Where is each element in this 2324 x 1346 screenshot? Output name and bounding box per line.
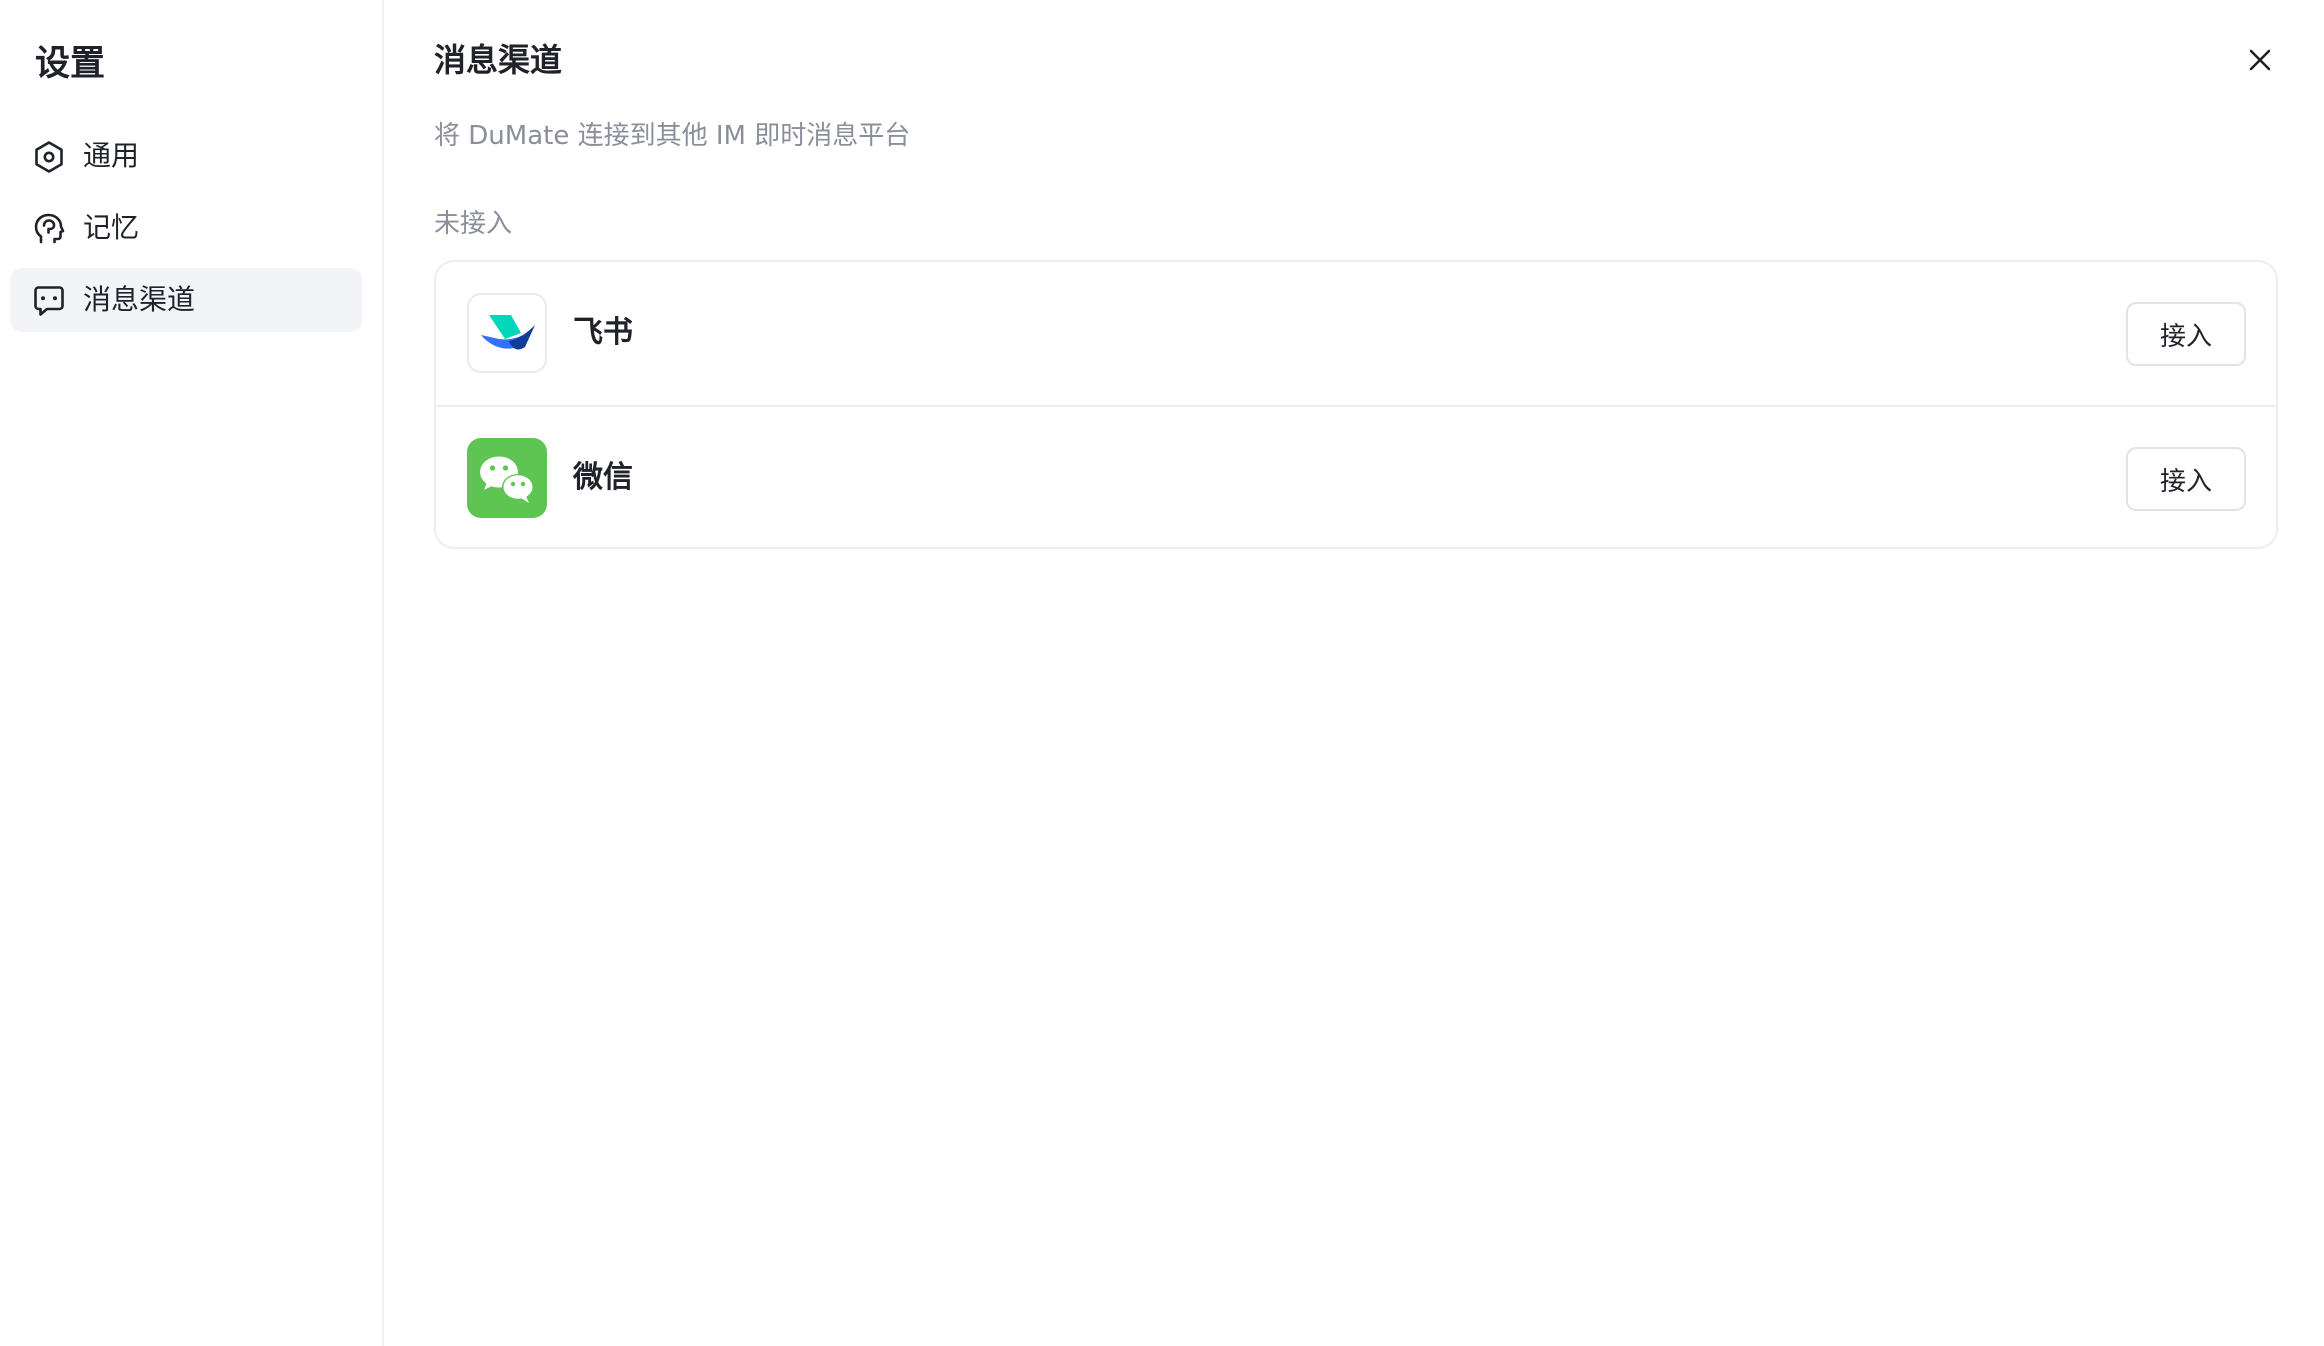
channel-list: 飞书 接入 微信 接入: [434, 260, 2278, 549]
settings-hexagon-icon: [35, 141, 63, 173]
sidebar-item-memory[interactable]: 记忆: [10, 196, 362, 260]
sidebar-item-label: 通用: [83, 139, 140, 172]
sidebar-nav: 通用 记忆 消息渠道: [10, 124, 362, 340]
sidebar-item-general[interactable]: 通用: [10, 124, 362, 188]
message-chat-icon: [34, 286, 64, 316]
page-subtitle: 将 DuMate 连接到其他 IM 即时消息平台: [434, 121, 911, 151]
settings-window: 设置 通用 记忆 消息渠道 消息渠道 将 DuMate 连接到其他 IM 即时消…: [0, 0, 2324, 1346]
wechat-logo-icon: [467, 438, 547, 518]
sidebar-item-label: 记忆: [83, 211, 140, 244]
page-title: 消息渠道: [434, 41, 563, 79]
channel-name: 飞书: [573, 315, 633, 350]
connect-wechat-button[interactable]: 接入: [2126, 447, 2246, 511]
brain-head-icon: [34, 213, 65, 244]
channel-name: 微信: [573, 460, 633, 495]
feishu-logo-icon: [467, 293, 547, 373]
main-panel: 消息渠道 将 DuMate 连接到其他 IM 即时消息平台 未接入 飞书 接入: [384, 0, 2324, 1346]
close-button[interactable]: [2240, 40, 2280, 80]
list-item-wechat: 微信 接入: [436, 405, 2276, 547]
sidebar-item-label: 消息渠道: [83, 283, 196, 316]
sidebar: 设置 通用 记忆 消息渠道: [0, 0, 384, 1346]
sidebar-title: 设置: [35, 44, 106, 84]
connect-feishu-button[interactable]: 接入: [2126, 302, 2246, 366]
section-label-unconnected: 未接入: [434, 209, 513, 239]
sidebar-item-message-channels[interactable]: 消息渠道: [10, 268, 362, 332]
list-item-feishu: 飞书 接入: [436, 262, 2276, 405]
close-icon: [2249, 49, 2271, 71]
